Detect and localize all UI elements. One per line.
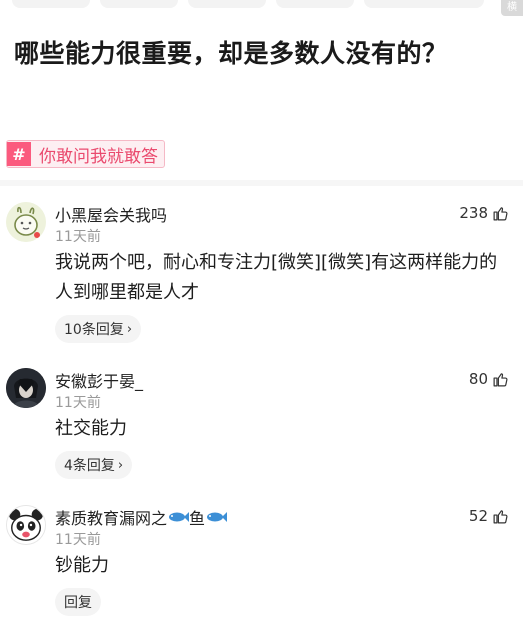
reply-count-label: 4条回复: [64, 458, 115, 474]
avatar[interactable]: [6, 505, 46, 545]
chevron-right-icon: ›: [126, 321, 133, 337]
thumbs-up-icon: [493, 509, 508, 523]
top-tab-chip[interactable]: [188, 0, 266, 8]
comment-time: 11天前: [55, 395, 101, 411]
comment-username[interactable]: 小黑屋会关我吗: [55, 202, 167, 226]
chevron-right-icon: ›: [117, 457, 124, 473]
like-count: 52: [468, 507, 488, 525]
avatar[interactable]: [6, 202, 46, 242]
reply-count-label: 10条回复: [64, 322, 124, 338]
username-part: 鱼: [189, 509, 206, 528]
like-count: 238: [459, 204, 488, 222]
like-button[interactable]: 238: [459, 204, 509, 222]
thumbs-up-icon: [493, 372, 508, 386]
avatar[interactable]: [6, 368, 46, 408]
view-replies-button[interactable]: 4条回复 ›: [55, 451, 133, 479]
like-button[interactable]: 80: [469, 370, 509, 388]
username-part: 素质教育漏网之: [55, 509, 168, 528]
top-tab-chip[interactable]: [12, 0, 90, 8]
topic-tag[interactable]: # 你敢问我就敢答: [6, 140, 165, 168]
topic-label: 你敢问我就敢答: [39, 146, 158, 167]
reply-label: 回复: [64, 595, 92, 611]
like-button[interactable]: 52: [469, 507, 509, 525]
comment-time: 11天前: [55, 229, 101, 245]
fish-emoji-icon: [169, 512, 190, 522]
comment-username[interactable]: 安徽彭于晏_: [55, 368, 143, 392]
reply-button[interactable]: 回复: [55, 588, 101, 616]
comment-text: 我说两个吧，耐心和专注力[微笑][微笑]有这两样能力的人到哪里都是人才: [55, 252, 498, 303]
question-title: 哪些能力很重要，却是多数人没有的？: [14, 39, 448, 68]
fish-emoji-icon: [207, 512, 228, 522]
top-tab-bar: [12, 0, 484, 8]
top-tab-chip[interactable]: [100, 0, 178, 8]
top-tab-chip[interactable]: [276, 0, 354, 8]
panda-avatar-icon: [7, 506, 45, 544]
like-count: 80: [468, 370, 488, 388]
view-replies-button[interactable]: 10条回复 ›: [55, 315, 142, 343]
corner-tag[interactable]: 横: [501, 0, 523, 16]
hashtag-icon: #: [7, 142, 31, 166]
comment-username[interactable]: 素质教育漏网之 鱼: [55, 505, 228, 529]
comment-time: 11天前: [55, 532, 101, 548]
top-tab-chip[interactable]: [364, 0, 484, 8]
comment-text: 钞能力: [55, 555, 109, 576]
comment-text: 社交能力: [55, 418, 127, 439]
section-divider: [0, 180, 523, 186]
rabbit-doodle-avatar-icon: [6, 202, 46, 242]
thumbs-up-icon: [493, 206, 508, 220]
dark-character-avatar-icon: [6, 368, 46, 408]
